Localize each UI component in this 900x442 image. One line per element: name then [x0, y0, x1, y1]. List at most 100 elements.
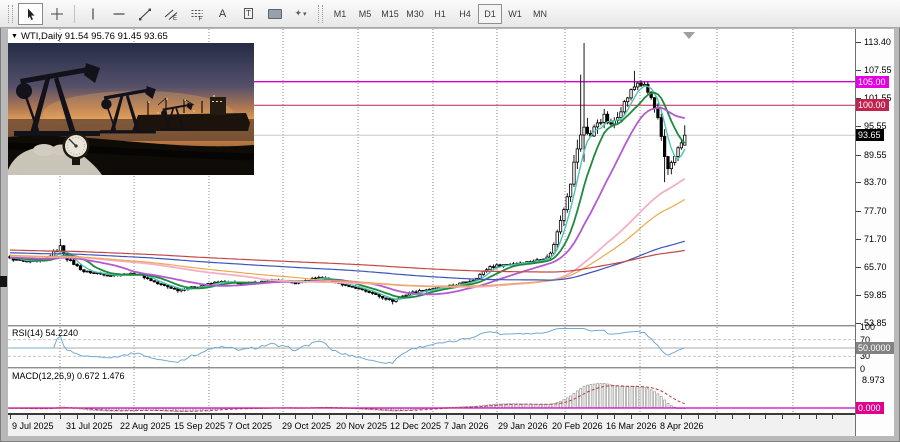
date-tick	[597, 415, 598, 419]
timeframe-mn-button[interactable]: MN	[528, 4, 552, 24]
macd-max-label: 8.973	[862, 375, 885, 385]
date-tick	[715, 415, 716, 419]
timeframe-h4-button[interactable]: H4	[453, 4, 477, 24]
date-tick	[329, 415, 330, 419]
date-tick	[312, 415, 313, 419]
date-tick	[178, 415, 179, 419]
date-tick	[295, 415, 296, 419]
macd-zero-tag: 0.000	[856, 402, 884, 414]
date-tick	[362, 415, 363, 419]
date-tick	[245, 415, 246, 419]
fibonacci-tool-button[interactable]: F	[184, 3, 209, 25]
vertical-line-tool-button[interactable]	[80, 3, 105, 25]
date-tick	[413, 415, 414, 419]
svg-text:E: E	[173, 16, 177, 21]
left-edge-mark	[0, 276, 7, 287]
date-label: 7 Oct 2025	[228, 421, 272, 431]
cursor-icon	[24, 7, 38, 21]
date-tick	[127, 415, 128, 419]
date-label: 15 Sep 2025	[174, 421, 225, 431]
date-tick	[648, 415, 649, 419]
chart-menu-icon[interactable]: ▼	[11, 33, 18, 40]
date-tick	[782, 415, 783, 419]
trading-platform-window: E F A T ✦▾ M1 M5 M15 M30 H1 H4 D1 W1 MN …	[0, 0, 900, 442]
equidistant-channel-tool-button[interactable]: E	[158, 3, 183, 25]
rsi-50-tag: 50.0000	[856, 342, 894, 354]
date-label: 7 Jan 2026	[444, 421, 489, 431]
macd-indicator-pane[interactable]	[8, 369, 855, 413]
text-tool-button[interactable]: A	[210, 3, 235, 25]
price-tick-label: 83.70	[864, 177, 887, 187]
date-tick	[77, 415, 78, 419]
date-tick	[581, 415, 582, 419]
trendline-tool-button[interactable]	[132, 3, 157, 25]
timeframe-m30-button[interactable]: M30	[403, 4, 427, 24]
horizontal-line-tool-button[interactable]	[106, 3, 131, 25]
crosshair-tool-button[interactable]	[44, 3, 69, 25]
date-label: 9 Jul 2025	[12, 421, 54, 431]
price-tick-label: 59.85	[864, 290, 887, 300]
date-tick	[27, 415, 28, 419]
date-tick	[463, 415, 464, 419]
toolbar: E F A T ✦▾ M1 M5 M15 M30 H1 H4 D1 W1 MN	[0, 0, 900, 28]
toolbar-grip-2[interactable]	[318, 5, 323, 23]
date-tick	[832, 415, 833, 419]
date-tick	[480, 415, 481, 419]
date-tick	[732, 415, 733, 419]
date-tick	[111, 415, 112, 419]
date-tick	[681, 415, 682, 419]
arrows-tool-button[interactable]: ✦▾	[288, 3, 313, 25]
chart-shift-marker-icon[interactable]	[683, 32, 695, 39]
date-label: 20 Nov 2025	[336, 421, 387, 431]
price-tick-label: 89.55	[864, 150, 887, 160]
date-tick	[195, 415, 196, 419]
timeframe-m5-button[interactable]: M5	[353, 4, 377, 24]
shapes-tool-button[interactable]	[262, 3, 287, 25]
date-tick	[530, 415, 531, 419]
price-tick-label: 107.55	[864, 65, 892, 75]
timeframe-w1-button[interactable]: W1	[503, 4, 527, 24]
oil-industry-photo	[8, 43, 254, 175]
date-label: 22 Aug 2025	[120, 421, 171, 431]
price-tick-label: 113.40	[864, 37, 891, 47]
rsi-canvas	[8, 327, 855, 367]
vertical-line-icon	[86, 7, 100, 21]
timeframe-d1-button[interactable]: D1	[478, 4, 502, 24]
fibonacci-icon: F	[190, 7, 204, 21]
oil-photo-illustration	[8, 43, 254, 175]
timeframe-h1-button[interactable]: H1	[428, 4, 452, 24]
date-tick	[698, 415, 699, 419]
price-tick-mark	[856, 211, 861, 212]
equidistant-channel-icon: E	[164, 7, 178, 21]
rsi-title: RSI(14) 54.2240	[12, 328, 78, 338]
date-tick	[262, 415, 263, 419]
date-tick	[765, 415, 766, 419]
date-tick	[211, 415, 212, 419]
timeframe-m15-button[interactable]: M15	[378, 4, 402, 24]
label-tool-button[interactable]: T	[236, 3, 261, 25]
price-chart-pane[interactable]	[8, 29, 855, 325]
rsi-line	[10, 329, 685, 364]
timeframe-m1-button[interactable]: M1	[328, 4, 352, 24]
date-label: 8 Apr 2026	[660, 421, 704, 431]
date-tick	[614, 415, 615, 419]
date-axis[interactable]: 9 Jul 202531 Jul 202522 Aug 202515 Sep 2…	[8, 415, 894, 436]
date-tick	[44, 415, 45, 419]
date-tick	[161, 415, 162, 419]
price-tick-mark	[856, 267, 861, 268]
rsi-indicator-pane[interactable]	[8, 327, 855, 367]
date-tick	[396, 415, 397, 419]
chevron-down-icon: ▾	[303, 10, 307, 18]
toolbar-separator	[74, 5, 75, 23]
symbol-name: WTI,Daily	[21, 31, 62, 42]
price-axis[interactable]: 113.40107.55101.5595.5589.5583.7077.7071…	[855, 29, 894, 436]
cursor-tool-button[interactable]	[18, 3, 43, 25]
price-tick-mark	[856, 295, 861, 296]
svg-text:F: F	[198, 16, 202, 21]
date-tick	[665, 415, 666, 419]
date-tick	[799, 415, 800, 419]
date-tick	[144, 415, 145, 419]
date-label: 29 Oct 2025	[282, 421, 331, 431]
price-tick-mark	[856, 42, 861, 43]
toolbar-grip[interactable]	[8, 5, 13, 23]
